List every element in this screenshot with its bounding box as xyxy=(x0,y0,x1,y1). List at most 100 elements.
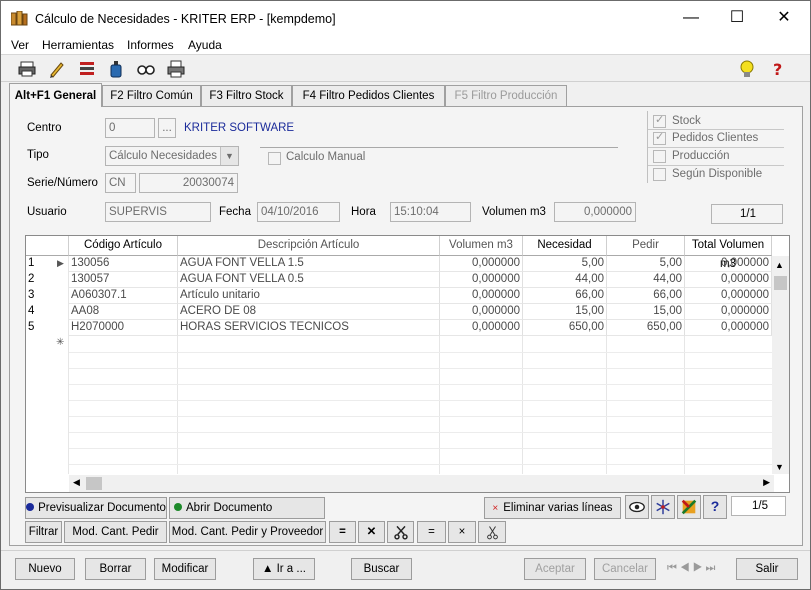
grid-cell-pedir[interactable]: 66,00 xyxy=(607,288,685,304)
horizontal-scroll-thumb[interactable] xyxy=(86,477,102,490)
pedidos-clientes-checkbox[interactable] xyxy=(653,130,666,145)
equal-button[interactable]: = xyxy=(417,521,446,543)
grid-cell-total[interactable]: 0,000000 xyxy=(685,256,772,272)
mod-cant-pedir-proveedor-button[interactable]: Mod. Cant. Pedir y Proveedor xyxy=(169,521,326,543)
printer-preview-icon[interactable] xyxy=(166,59,186,79)
centro-field[interactable]: 0 xyxy=(105,118,155,138)
grid-cell-code[interactable]: AA08 xyxy=(69,304,178,320)
grid-cell-code[interactable]: A060307.1 xyxy=(69,288,178,304)
grid-cell-desc[interactable]: HORAS SERVICIOS TECNICOS xyxy=(178,320,440,336)
lightbulb-icon[interactable] xyxy=(737,59,757,79)
grid-cell-total[interactable]: 0,000000 xyxy=(685,272,772,288)
usuario-field[interactable]: SUPERVIS xyxy=(105,202,211,222)
buscar-button[interactable]: Buscar xyxy=(351,558,412,580)
preview-document-button[interactable]: Previsualizar Documento xyxy=(25,497,167,519)
grid-cell-code[interactable]: 130056 xyxy=(69,256,178,272)
calculo-manual-checkbox[interactable] xyxy=(268,152,281,165)
column-header-volumen[interactable]: Volumen m3 xyxy=(440,236,523,256)
grid-cell-vol[interactable]: 0,000000 xyxy=(440,288,523,304)
mod-cant-pedir-button[interactable]: Mod. Cant. Pedir xyxy=(64,521,167,543)
open-document-button[interactable]: Abrir Documento xyxy=(169,497,325,519)
equal-bold-button[interactable]: = xyxy=(329,521,356,543)
grid-cell-nec[interactable]: 15,00 xyxy=(523,304,607,320)
grid-cell-pedir[interactable]: 650,00 xyxy=(607,320,685,336)
grid-cell-nec[interactable]: 66,00 xyxy=(523,288,607,304)
close-button[interactable]: ✕ xyxy=(761,1,807,35)
clear-bold-button[interactable]: ✕ xyxy=(358,521,385,543)
grid-cell-pedir[interactable]: 15,00 xyxy=(607,304,685,320)
grid-cell-desc[interactable]: ACERO DE 08 xyxy=(178,304,440,320)
hora-field[interactable]: 15:10:04 xyxy=(390,202,471,222)
scroll-right-icon[interactable]: ▶ xyxy=(763,477,770,488)
cut-bold-icon[interactable] xyxy=(387,521,414,543)
maximize-button[interactable]: ☐ xyxy=(714,1,760,35)
column-header-necesidad[interactable]: Necesidad xyxy=(523,236,607,256)
stock-checkbox[interactable] xyxy=(653,113,666,128)
snowflake-icon[interactable] xyxy=(651,495,675,519)
clear-button[interactable]: × xyxy=(448,521,476,543)
menu-herramientas[interactable]: Herramientas xyxy=(42,38,114,52)
column-header-codigo[interactable]: Código Artículo xyxy=(69,236,178,256)
modificar-button[interactable]: Modificar xyxy=(154,558,216,580)
pencil-icon[interactable] xyxy=(47,59,67,79)
grid-cell-nec[interactable]: 5,00 xyxy=(523,256,607,272)
salir-button[interactable]: Salir xyxy=(736,558,798,580)
scroll-up-icon[interactable]: ▲ xyxy=(775,260,784,270)
grid-cell-vol[interactable]: 0,000000 xyxy=(440,320,523,336)
filtrar-button[interactable]: Filtrar xyxy=(25,521,62,543)
column-header-total-volumen[interactable]: Total Volumen m3 xyxy=(685,236,772,270)
needs-grid[interactable]: Código Artículo Descripción Artículo Vol… xyxy=(25,235,790,493)
chevron-down-icon[interactable]: ▼ xyxy=(220,147,238,165)
serie-field[interactable]: CN xyxy=(105,173,136,193)
menu-ver[interactable]: Ver xyxy=(11,38,29,52)
tab-filtro-stock[interactable]: F3 Filtro Stock xyxy=(201,85,292,106)
grid-cell-total[interactable]: 0,000000 xyxy=(685,288,772,304)
tools-icon[interactable] xyxy=(677,495,701,519)
tab-filtro-comun[interactable]: F2 Filtro Común xyxy=(102,85,201,106)
grid-cell-total[interactable]: 0,000000 xyxy=(685,320,772,336)
grid-cell-vol[interactable]: 0,000000 xyxy=(440,304,523,320)
tab-filtro-pedidos-clientes[interactable]: F4 Filtro Pedidos Clientes xyxy=(292,85,445,106)
column-header-descripcion[interactable]: Descripción Artículo xyxy=(178,236,440,256)
cut-icon[interactable] xyxy=(478,521,506,543)
grid-cell-pedir[interactable]: 44,00 xyxy=(607,272,685,288)
borrar-button[interactable]: Borrar xyxy=(85,558,146,580)
minimize-button[interactable]: — xyxy=(668,1,714,35)
menu-informes[interactable]: Informes xyxy=(127,38,174,52)
grid-cell-desc[interactable]: AGUA FONT VELLA 0.5 xyxy=(178,272,440,288)
list-icon[interactable] xyxy=(77,59,97,79)
print-icon[interactable] xyxy=(17,59,37,79)
bottle-icon[interactable] xyxy=(106,59,126,79)
nuevo-button[interactable]: Nuevo xyxy=(15,558,75,580)
produccion-checkbox[interactable] xyxy=(653,150,666,163)
grid-cell-total[interactable]: 0,000000 xyxy=(685,304,772,320)
column-header-pedir[interactable]: Pedir xyxy=(607,236,685,256)
vertical-scrollbar[interactable]: ▲ ▼ xyxy=(772,256,789,474)
delete-lines-button[interactable]: × Eliminar varias líneas xyxy=(484,497,621,519)
grid-cell-vol[interactable]: 0,000000 xyxy=(440,256,523,272)
centro-lookup-button[interactable]: ... xyxy=(158,118,176,138)
ir-a-button[interactable]: ▲ Ir a ... xyxy=(253,558,315,580)
volumen-field[interactable]: 0,000000 xyxy=(554,202,636,222)
tab-general[interactable]: Alt+F1 General xyxy=(9,83,102,107)
grid-cell-vol[interactable]: 0,000000 xyxy=(440,272,523,288)
vertical-scroll-thumb[interactable] xyxy=(774,276,787,290)
tipo-select[interactable]: Cálculo Necesidades ▼ xyxy=(105,146,239,166)
menu-ayuda[interactable]: Ayuda xyxy=(188,38,222,52)
segun-disponible-checkbox[interactable] xyxy=(653,168,666,181)
view-icon[interactable] xyxy=(625,495,649,519)
grid-cell-desc[interactable]: Artículo unitario xyxy=(178,288,440,304)
scroll-left-icon[interactable]: ◀ xyxy=(73,477,80,488)
grid-cell-nec[interactable]: 650,00 xyxy=(523,320,607,336)
horizontal-scrollbar[interactable]: ◀ ▶ xyxy=(69,475,774,492)
question-icon[interactable]: ? xyxy=(703,495,727,519)
fecha-field[interactable]: 04/10/2016 xyxy=(257,202,340,222)
grid-cell-code[interactable]: H2070000 xyxy=(69,320,178,336)
grid-cell-pedir[interactable]: 5,00 xyxy=(607,256,685,272)
help-icon[interactable]: ? xyxy=(769,59,789,79)
grid-cell-desc[interactable]: AGUA FONT VELLA 1.5 xyxy=(178,256,440,272)
glasses-icon[interactable] xyxy=(136,59,156,79)
numero-field[interactable]: 20030074 xyxy=(139,173,238,193)
grid-cell-nec[interactable]: 44,00 xyxy=(523,272,607,288)
grid-cell-code[interactable]: 130057 xyxy=(69,272,178,288)
